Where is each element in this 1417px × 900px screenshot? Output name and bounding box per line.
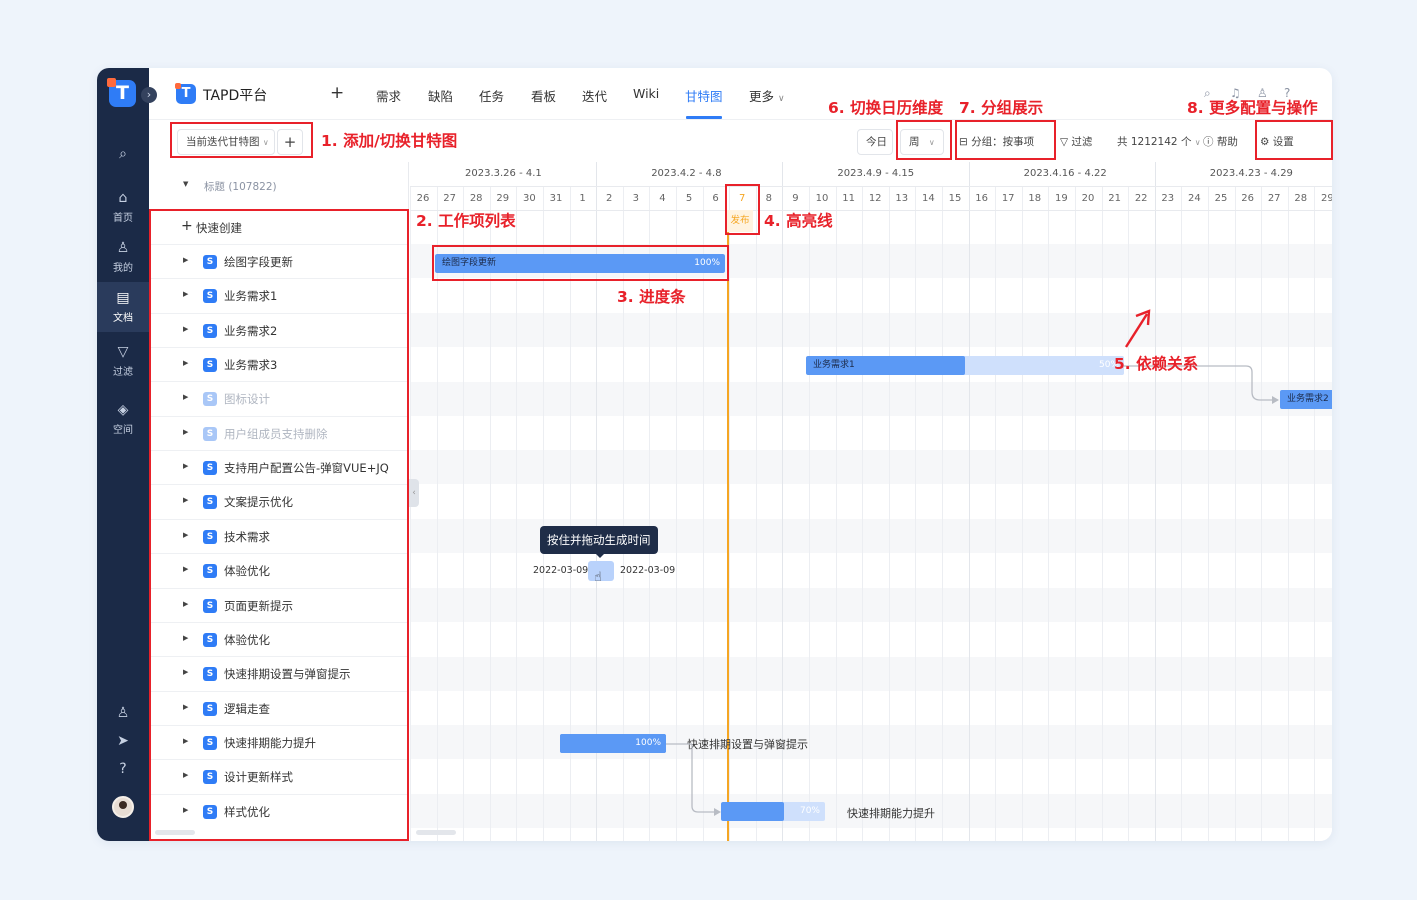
- nav-wiki[interactable]: Wiki: [633, 86, 659, 101]
- active-tab-indicator: [686, 116, 722, 119]
- side-nav: T › ⌕ ⌂ 首页 ♙ 我的 ▤ 文档 ▽ 过滤 ◈ 空间 ♙ ➤ ?: [97, 68, 157, 841]
- help-icon[interactable]: ?: [1284, 86, 1290, 100]
- dependency-arrow: [1272, 396, 1279, 404]
- horizontal-scrollbar[interactable]: [416, 830, 456, 835]
- nav-iterations[interactable]: 迭代: [582, 86, 607, 105]
- filter-button[interactable]: ▽ 过滤: [1060, 129, 1092, 155]
- today-button[interactable]: 今日: [857, 129, 893, 155]
- collapse-handle[interactable]: ‹: [409, 479, 419, 507]
- nav-bugs[interactable]: 缺陷: [428, 86, 453, 105]
- send-icon[interactable]: ➤: [97, 733, 149, 752]
- nav-tasks[interactable]: 任务: [479, 86, 504, 105]
- layers-icon: ◈: [117, 402, 129, 418]
- list-header-title: 标题 (107822): [204, 181, 277, 193]
- annotation-2: 2. 工作项列表: [416, 212, 516, 230]
- drag-start-date: 2022-03-09: [533, 565, 589, 576]
- sidebar-item-mine[interactable]: ♙ 我的: [97, 236, 149, 280]
- annotation-box-settings: [1255, 120, 1333, 160]
- annotation-box-period: [896, 120, 952, 160]
- annotation-box-gantt-switch: [170, 122, 313, 158]
- nav-stories[interactable]: 需求: [376, 86, 401, 105]
- annotation-box-group: [955, 120, 1056, 160]
- help-circle-icon[interactable]: ?: [97, 761, 149, 780]
- annotation-box-work-list: [149, 209, 409, 841]
- sidebar-item-docs[interactable]: ▤ 文档: [97, 282, 149, 332]
- avatar[interactable]: [112, 796, 134, 818]
- sidebar-item-space[interactable]: ◈ 空间: [97, 398, 149, 442]
- collapse-icon[interactable]: ▼: [183, 180, 188, 188]
- home-icon: ⌂: [118, 190, 128, 206]
- nav-gantt[interactable]: 甘特图: [685, 86, 723, 105]
- annotation-box-progress: [432, 245, 729, 281]
- nav-more[interactable]: 更多 ∨: [749, 86, 785, 105]
- list-header: ▼ 标题 (107822): [149, 162, 409, 210]
- annotation-4: 4. 高亮线: [764, 212, 833, 230]
- annotation-1: 1. 添加/切换甘特图: [321, 132, 458, 150]
- help-icon: ⓘ: [1203, 136, 1214, 148]
- team-icon[interactable]: ♙: [97, 705, 149, 724]
- annotation-3: 3. 进度条: [617, 288, 686, 306]
- brand-logo: T: [175, 83, 196, 104]
- drag-tooltip: 按住并拖动生成时间: [540, 526, 658, 554]
- annotation-box-highlight: [725, 184, 760, 235]
- total-count: 共 1212142 个 ∨: [1117, 136, 1201, 148]
- dependency-line: [666, 743, 719, 813]
- search-icon[interactable]: ⌕: [97, 146, 149, 165]
- annotation-5: 5. 依赖关系: [1114, 355, 1199, 373]
- user-icon[interactable]: ♙: [1257, 86, 1268, 100]
- chevron-down-icon: ∨: [778, 94, 785, 104]
- nav-board[interactable]: 看板: [531, 86, 556, 105]
- annotation-7: 7. 分组展示: [959, 99, 1044, 117]
- sidebar-item-home[interactable]: ⌂ 首页: [97, 186, 149, 230]
- dependency-arrow: [714, 808, 721, 816]
- user-icon: ♙: [116, 240, 130, 256]
- app-logo[interactable]: T: [107, 78, 136, 107]
- filter-icon: ▽: [117, 344, 129, 360]
- top-nav: T TAPD平台 + 需求 缺陷 任务 看板 迭代 Wiki 甘特图 更多 ∨ …: [149, 68, 1332, 120]
- help-button[interactable]: ⓘ 帮助: [1203, 129, 1238, 155]
- create-icon[interactable]: +: [330, 83, 344, 103]
- hand-cursor-icon: ☝: [594, 570, 602, 585]
- annotation-6: 6. 切换日历维度: [828, 99, 944, 117]
- document-icon: ▤: [116, 290, 130, 306]
- drag-end-date: 2022-03-09: [620, 565, 676, 576]
- tooltip-arrow: [595, 553, 605, 558]
- notification-icon[interactable]: ♫: [1230, 86, 1241, 100]
- brand-name: TAPD平台: [203, 88, 268, 104]
- filter-icon: ▽: [1060, 136, 1069, 148]
- annotation-arrow: [1124, 309, 1151, 348]
- chevron-down-icon: ∨: [1194, 138, 1201, 147]
- sidebar-item-filter[interactable]: ▽ 过滤: [97, 340, 149, 384]
- annotation-8: 8. 更多配置与操作: [1187, 99, 1318, 117]
